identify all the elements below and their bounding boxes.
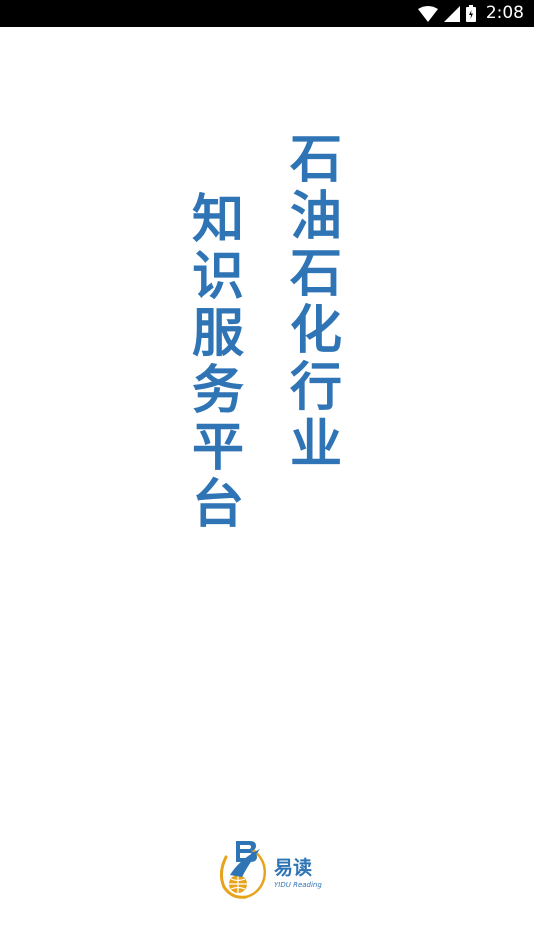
brand-logo: 易读 YIDU Reading (216, 839, 326, 903)
title-line-knowledge-platform: 知 识 服 务 平 台 (188, 192, 248, 534)
title-char: 知 (191, 190, 244, 250)
title-char: 油 (289, 187, 342, 247)
title-char: 行 (289, 358, 342, 418)
brand-name-en: YIDU Reading (274, 881, 322, 889)
splash-screen: 石 油 石 化 行 业 知 识 服 务 平 台 易读 YIDU Reading (0, 27, 534, 950)
title-char: 石 (289, 244, 342, 304)
title-char: 平 (191, 418, 244, 478)
brand-name-cn: 易读 (274, 857, 313, 879)
wifi-icon (417, 5, 438, 22)
logo-mark-icon (219, 841, 266, 899)
status-icons: 2:08 (417, 3, 524, 24)
status-time: 2:08 (485, 3, 524, 23)
battery-icon (465, 5, 476, 22)
title-char: 业 (289, 415, 342, 475)
status-bar: 2:08 (0, 0, 534, 27)
title-char: 化 (289, 301, 342, 361)
title-line-petroleum-industry: 石 油 石 化 行 业 (286, 132, 346, 474)
title-char: 台 (191, 475, 244, 535)
title-char: 识 (191, 247, 244, 307)
title-char: 务 (191, 361, 244, 421)
signal-icon (443, 5, 460, 22)
title-char: 服 (191, 304, 244, 364)
title-char: 石 (289, 130, 342, 190)
